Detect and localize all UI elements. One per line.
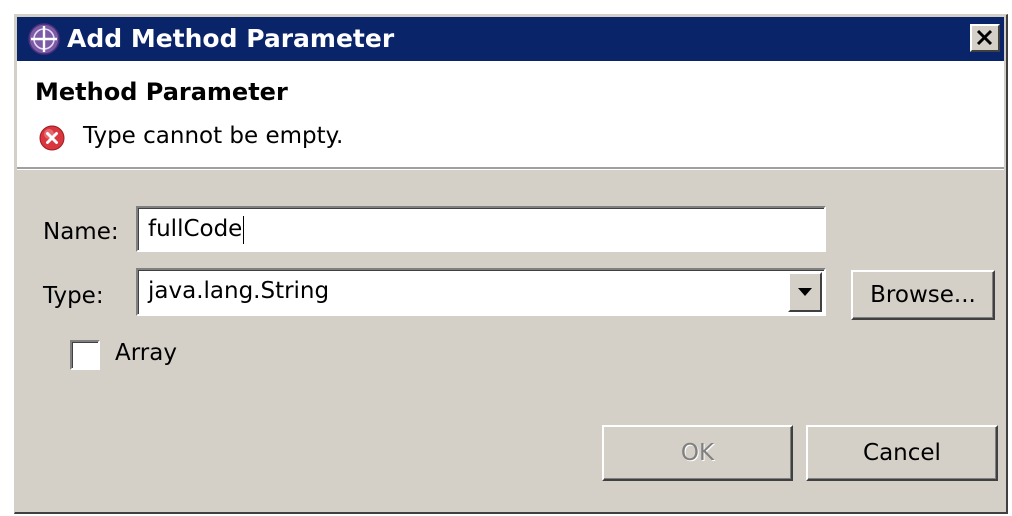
add-method-parameter-dialog: Add Method Parameter Method Parameter Ty… <box>14 14 1008 514</box>
window-app-icon <box>28 23 60 55</box>
close-icon <box>976 29 993 46</box>
window-title: Add Method Parameter <box>67 24 395 53</box>
cancel-button[interactable]: Cancel <box>806 425 998 481</box>
header-divider <box>17 167 1004 170</box>
error-message: Type cannot be empty. <box>83 123 344 149</box>
type-combobox[interactable]: java.lang.String <box>136 268 826 316</box>
close-button[interactable] <box>970 24 1000 52</box>
browse-button-label: Browse... <box>870 282 976 308</box>
name-input[interactable]: fullCode <box>136 206 826 252</box>
type-label: Type: <box>43 283 104 309</box>
header-title: Method Parameter <box>35 78 288 106</box>
browse-button[interactable]: Browse... <box>851 270 995 320</box>
name-input-value: fullCode <box>148 216 243 242</box>
type-dropdown-button[interactable] <box>788 272 822 312</box>
type-combobox-value: java.lang.String <box>148 278 330 304</box>
array-checkbox[interactable] <box>70 340 100 370</box>
ok-button[interactable]: OK <box>602 425 793 481</box>
text-caret <box>243 215 245 244</box>
array-label: Array <box>115 340 177 366</box>
title-bar[interactable]: Add Method Parameter <box>17 17 1004 61</box>
cancel-button-label: Cancel <box>863 440 941 466</box>
dialog-header: Method Parameter Type cannot be empty. <box>17 61 1004 167</box>
name-label: Name: <box>43 219 119 245</box>
ok-button-label: OK <box>680 440 715 466</box>
error-icon <box>39 125 65 151</box>
chevron-down-icon <box>798 288 812 296</box>
